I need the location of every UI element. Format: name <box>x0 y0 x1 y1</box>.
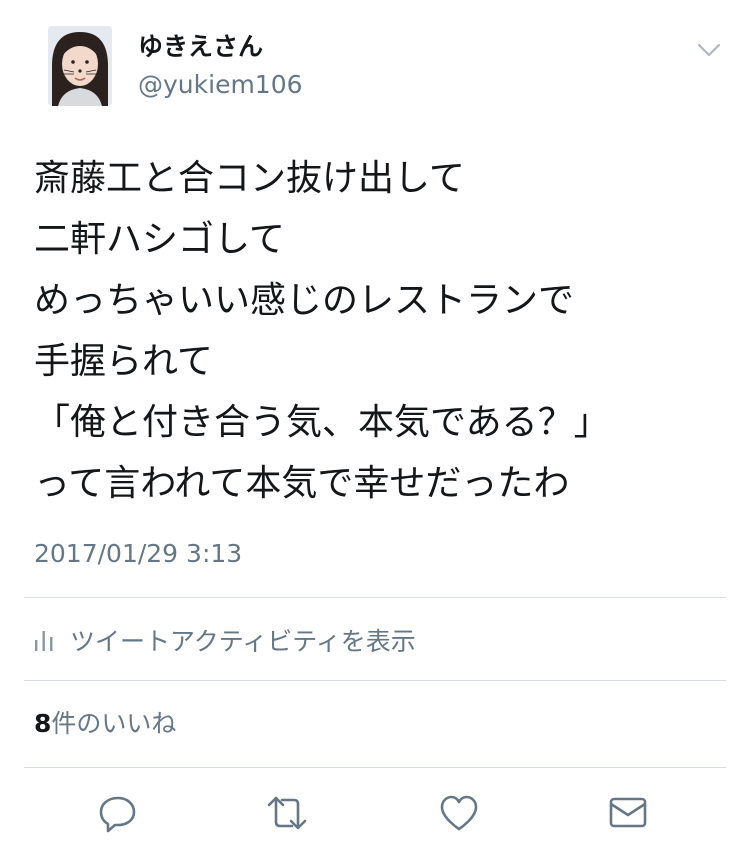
tweet-text: 斎藤工と合コン抜け出して 二軒ハシゴして めっちゃいい感じのレストランで 手握ら… <box>34 158 610 504</box>
tweet-activity-link[interactable]: ツイートアクティビティを表示 <box>34 620 416 660</box>
avatar[interactable] <box>48 26 112 106</box>
heart-icon[interactable] <box>438 792 480 834</box>
chevron-down-icon[interactable] <box>696 40 722 60</box>
bar-chart-icon <box>35 631 53 651</box>
likes-number: 8 <box>34 709 52 738</box>
envelope-icon[interactable] <box>607 792 649 834</box>
avatar-image <box>48 26 112 106</box>
divider <box>24 767 726 768</box>
likes-count[interactable]: 8件のいいね <box>34 706 176 742</box>
user-handle[interactable]: @yukiem106 <box>138 70 303 100</box>
divider <box>24 680 726 681</box>
divider <box>24 597 726 598</box>
likes-label: 件のいいね <box>51 709 177 738</box>
display-name[interactable]: ゆきえさん <box>138 32 263 62</box>
tweet-activity-label: ツイートアクティビティを表示 <box>70 627 416 656</box>
tweet-detail: ゆきえさん @yukiem106 斎藤工と合コン抜け出して 二軒ハシゴして めっ… <box>0 0 750 855</box>
tweet-timestamp[interactable]: 2017/01/29 3:13 <box>34 538 242 570</box>
reply-icon[interactable] <box>97 792 139 834</box>
retweet-icon[interactable] <box>266 792 308 834</box>
